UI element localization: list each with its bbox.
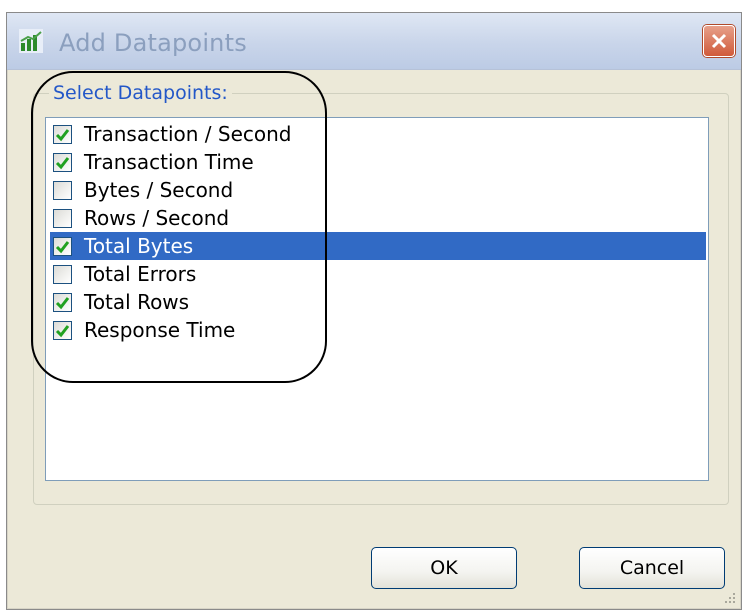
add-datapoints-dialog: Add Datapoints Select Datapoints: Transa… xyxy=(6,12,742,610)
dialog-title: Add Datapoints xyxy=(59,29,247,57)
ok-button[interactable]: OK xyxy=(371,547,517,589)
close-icon xyxy=(711,33,727,49)
chart-icon xyxy=(19,29,43,53)
title-bar[interactable]: Add Datapoints xyxy=(7,13,741,70)
annotation-oval xyxy=(31,71,327,383)
close-button[interactable] xyxy=(703,25,735,57)
cancel-button[interactable]: Cancel xyxy=(579,547,725,589)
resize-grip-icon[interactable] xyxy=(721,589,737,605)
